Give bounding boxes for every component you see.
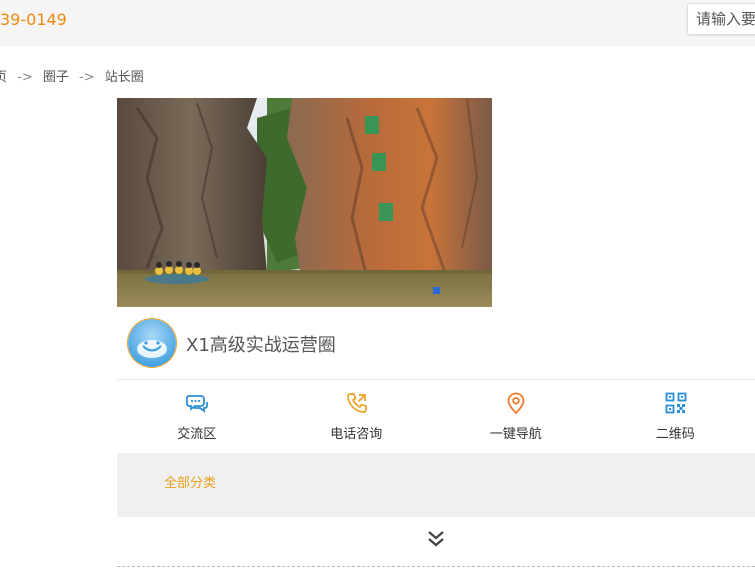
all-categories-link[interactable]: 全部分类 xyxy=(164,472,216,491)
breadcrumb-home[interactable]: 页 xyxy=(0,70,7,85)
breadcrumb-separator: -> xyxy=(17,70,33,85)
divider xyxy=(117,566,755,567)
action-label: 一键导航 xyxy=(489,427,542,442)
location-pin-icon xyxy=(507,392,525,414)
phone-icon xyxy=(346,393,367,413)
search-input[interactable] xyxy=(687,3,755,35)
action-label: 电话咨询 xyxy=(330,427,383,442)
qr-code-button[interactable]: 二维码 xyxy=(596,380,755,452)
phone-number: 39-0149 xyxy=(0,10,67,29)
action-label: 二维码 xyxy=(655,427,695,442)
top-bar: 39-0149 xyxy=(0,0,755,46)
breadcrumb-separator: -> xyxy=(79,70,95,85)
avatar[interactable] xyxy=(127,318,177,368)
breadcrumb: 页 -> 圈子 -> 站长圈 xyxy=(0,66,144,85)
qr-code-icon xyxy=(665,392,686,414)
smile-cloud-icon xyxy=(128,319,176,367)
action-bar: 交流区 电话咨询 一键导航 二维码 xyxy=(117,380,755,452)
double-chevron-down-icon[interactable] xyxy=(425,528,447,550)
category-bar: 全部分类 xyxy=(117,453,755,517)
banner-image xyxy=(117,98,492,307)
chat-icon xyxy=(186,395,208,413)
canyon-photo xyxy=(117,98,492,307)
phone-consult-button[interactable]: 电话咨询 xyxy=(277,380,437,452)
breadcrumb-current[interactable]: 站长圈 xyxy=(105,70,144,85)
circle-header: X1高级实战运营圈 xyxy=(117,307,755,380)
chat-area-button[interactable]: 交流区 xyxy=(117,380,277,452)
breadcrumb-circles[interactable]: 圈子 xyxy=(43,70,69,85)
action-label: 交流区 xyxy=(177,427,217,442)
navigation-button[interactable]: 一键导航 xyxy=(436,380,596,452)
circle-title: X1高级实战运营圈 xyxy=(186,335,336,356)
